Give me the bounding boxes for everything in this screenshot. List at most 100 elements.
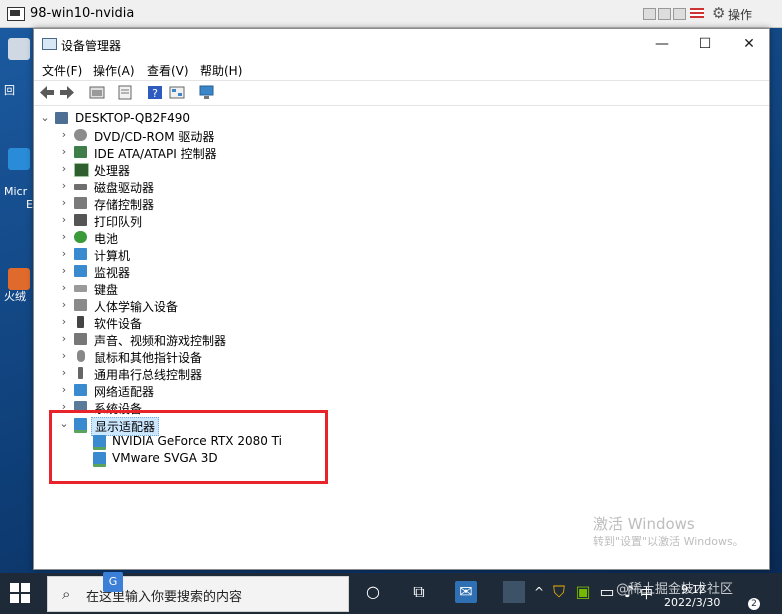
- tree-item-label: 存储控制器: [94, 198, 155, 212]
- hid-icon: [74, 299, 87, 311]
- activate-windows-title: 激活 Windows: [593, 515, 695, 533]
- device-tree: ⌄ DESKTOP-QB2F490 › DVD/CD-ROM 驱动器 › IDE A…: [34, 106, 769, 566]
- menu-view[interactable]: 查看(V): [147, 62, 189, 79]
- tree-item[interactable]: › 电池: [34, 229, 769, 246]
- edge-icon[interactable]: [8, 148, 30, 170]
- windows-start-icon[interactable]: [10, 583, 30, 603]
- tree-item[interactable]: › 鼠标和其他指针设备: [34, 348, 769, 365]
- close-button[interactable]: ✕: [734, 35, 764, 53]
- properties-icon[interactable]: [116, 84, 134, 101]
- tree-item-label: DVD/CD-ROM 驱动器: [94, 130, 215, 144]
- chevron-right-icon[interactable]: ›: [59, 315, 69, 328]
- network-icon[interactable]: ▭: [596, 581, 618, 603]
- tree-item-label: 监视器: [94, 266, 131, 280]
- chevron-right-icon[interactable]: ›: [59, 349, 69, 362]
- vm-minimize-icon[interactable]: [643, 8, 656, 20]
- gear-icon[interactable]: ⚙: [712, 4, 725, 22]
- tree-item-label: 计算机: [94, 249, 131, 263]
- chevron-right-icon[interactable]: ›: [59, 264, 69, 277]
- menu-file[interactable]: 文件(F): [42, 62, 82, 79]
- vm-ops-menu[interactable]: 操作: [728, 6, 752, 23]
- flag-icon[interactable]: [690, 8, 704, 18]
- tree-item[interactable]: › 处理器: [34, 161, 769, 178]
- software-device-icon: [77, 316, 84, 328]
- shield-icon[interactable]: ⛉: [548, 581, 570, 603]
- huorong-icon[interactable]: [8, 268, 30, 290]
- tree-item[interactable]: › 人体学输入设备: [34, 297, 769, 314]
- chevron-down-icon[interactable]: ⌄: [40, 111, 50, 124]
- chevron-right-icon[interactable]: ›: [59, 298, 69, 311]
- chevron-right-icon[interactable]: ›: [59, 128, 69, 141]
- tree-item[interactable]: › IDE ATA/ATAPI 控制器: [34, 144, 769, 161]
- tree-item-label: 处理器: [94, 164, 131, 178]
- chevron-right-icon[interactable]: ›: [59, 247, 69, 260]
- menu-action[interactable]: 操作(A): [93, 62, 135, 79]
- tree-item[interactable]: › 声音、视频和游戏控制器: [34, 331, 769, 348]
- tree-item[interactable]: › 通用串行总线控制器: [34, 365, 769, 382]
- minimize-button[interactable]: —: [647, 35, 677, 53]
- clock-time[interactable]: 9:12: [681, 583, 706, 596]
- toolbar: ?: [34, 80, 769, 106]
- clock-date[interactable]: 2022/3/30: [664, 596, 720, 609]
- tree-item[interactable]: › 监视器: [34, 263, 769, 280]
- chevron-right-icon[interactable]: ›: [59, 179, 69, 192]
- tree-item[interactable]: › 磁盘驱动器: [34, 178, 769, 195]
- computer-icon: [74, 248, 87, 260]
- tree-item[interactable]: › 打印队列: [34, 212, 769, 229]
- help-icon[interactable]: ?: [146, 84, 164, 101]
- chevron-right-icon[interactable]: ›: [59, 145, 69, 158]
- tree-item-label: 通用串行总线控制器: [94, 368, 203, 382]
- vm-monitor-icon: [7, 7, 25, 21]
- tree-item[interactable]: › 键盘: [34, 280, 769, 297]
- device-view-icon[interactable]: [168, 84, 186, 101]
- chevron-right-icon[interactable]: ›: [59, 162, 69, 175]
- device-list-icon[interactable]: [88, 84, 106, 101]
- chevron-right-icon[interactable]: ›: [59, 281, 69, 294]
- dvd-drive-icon: [74, 129, 87, 141]
- tree-item-label: 声音、视频和游戏控制器: [94, 334, 227, 348]
- tree-item-label: 电池: [94, 232, 119, 246]
- ime-language-indicator[interactable]: 中: [640, 583, 653, 602]
- chevron-right-icon[interactable]: ›: [59, 332, 69, 345]
- tree-root-label: DESKTOP-QB2F490: [75, 111, 191, 125]
- tree-item[interactable]: › 存储控制器: [34, 195, 769, 212]
- tree-item-label: 鼠标和其他指针设备: [94, 351, 203, 365]
- tree-item[interactable]: › 计算机: [34, 246, 769, 263]
- chevron-right-icon[interactable]: ›: [59, 366, 69, 379]
- chevron-right-icon[interactable]: ›: [59, 196, 69, 209]
- chevron-right-icon[interactable]: ›: [59, 213, 69, 226]
- forward-arrow-icon[interactable]: [58, 84, 76, 101]
- scan-hardware-icon[interactable]: [198, 84, 216, 101]
- tree-item-label: 磁盘驱动器: [94, 181, 155, 195]
- tree-item-label: 网络适配器: [94, 385, 155, 399]
- maximize-button[interactable]: ☐: [690, 35, 720, 53]
- notification-badge[interactable]: 2: [748, 598, 760, 610]
- ide-controller-icon: [74, 146, 87, 158]
- taskbar-search-input[interactable]: ⌕ 在这里输入你要搜索的内容 G: [47, 572, 349, 612]
- task-view-icon[interactable]: ⧉: [408, 581, 430, 603]
- tree-root[interactable]: ⌄ DESKTOP-QB2F490: [34, 110, 769, 127]
- mouse-icon: [77, 350, 85, 362]
- tree-item-label: 软件设备: [94, 317, 143, 331]
- nvidia-icon[interactable]: ▣: [572, 581, 594, 603]
- tree-item[interactable]: › 软件设备: [34, 314, 769, 331]
- dm-titlebar[interactable]: 设备管理器 — ☐ ✕: [34, 29, 769, 59]
- back-arrow-icon[interactable]: [38, 84, 56, 101]
- recycle-bin-icon[interactable]: [8, 38, 30, 60]
- device-manager-taskbar-icon[interactable]: [503, 581, 525, 603]
- chevron-right-icon[interactable]: ›: [59, 383, 69, 396]
- desktop-label-edge: Micr: [4, 185, 28, 198]
- mail-icon[interactable]: ✉: [455, 581, 477, 603]
- tree-item[interactable]: › DVD/CD-ROM 驱动器: [34, 127, 769, 144]
- chevron-right-icon[interactable]: ›: [59, 230, 69, 243]
- tree-item[interactable]: › 网络适配器: [34, 382, 769, 399]
- activate-windows-subtitle: 转到"设置"以激活 Windows。: [593, 535, 744, 548]
- dm-window-title: 设备管理器: [61, 39, 122, 53]
- cortana-icon[interactable]: ○: [362, 581, 384, 603]
- menu-help[interactable]: 帮助(H): [200, 62, 242, 79]
- menubar: 文件(F) 操作(A) 查看(V) 帮助(H): [34, 59, 769, 79]
- vm-close-icon[interactable]: [673, 8, 686, 20]
- storage-controller-icon: [74, 197, 87, 209]
- vm-restore-icon[interactable]: [658, 8, 671, 20]
- chevron-up-icon[interactable]: ^: [528, 581, 550, 603]
